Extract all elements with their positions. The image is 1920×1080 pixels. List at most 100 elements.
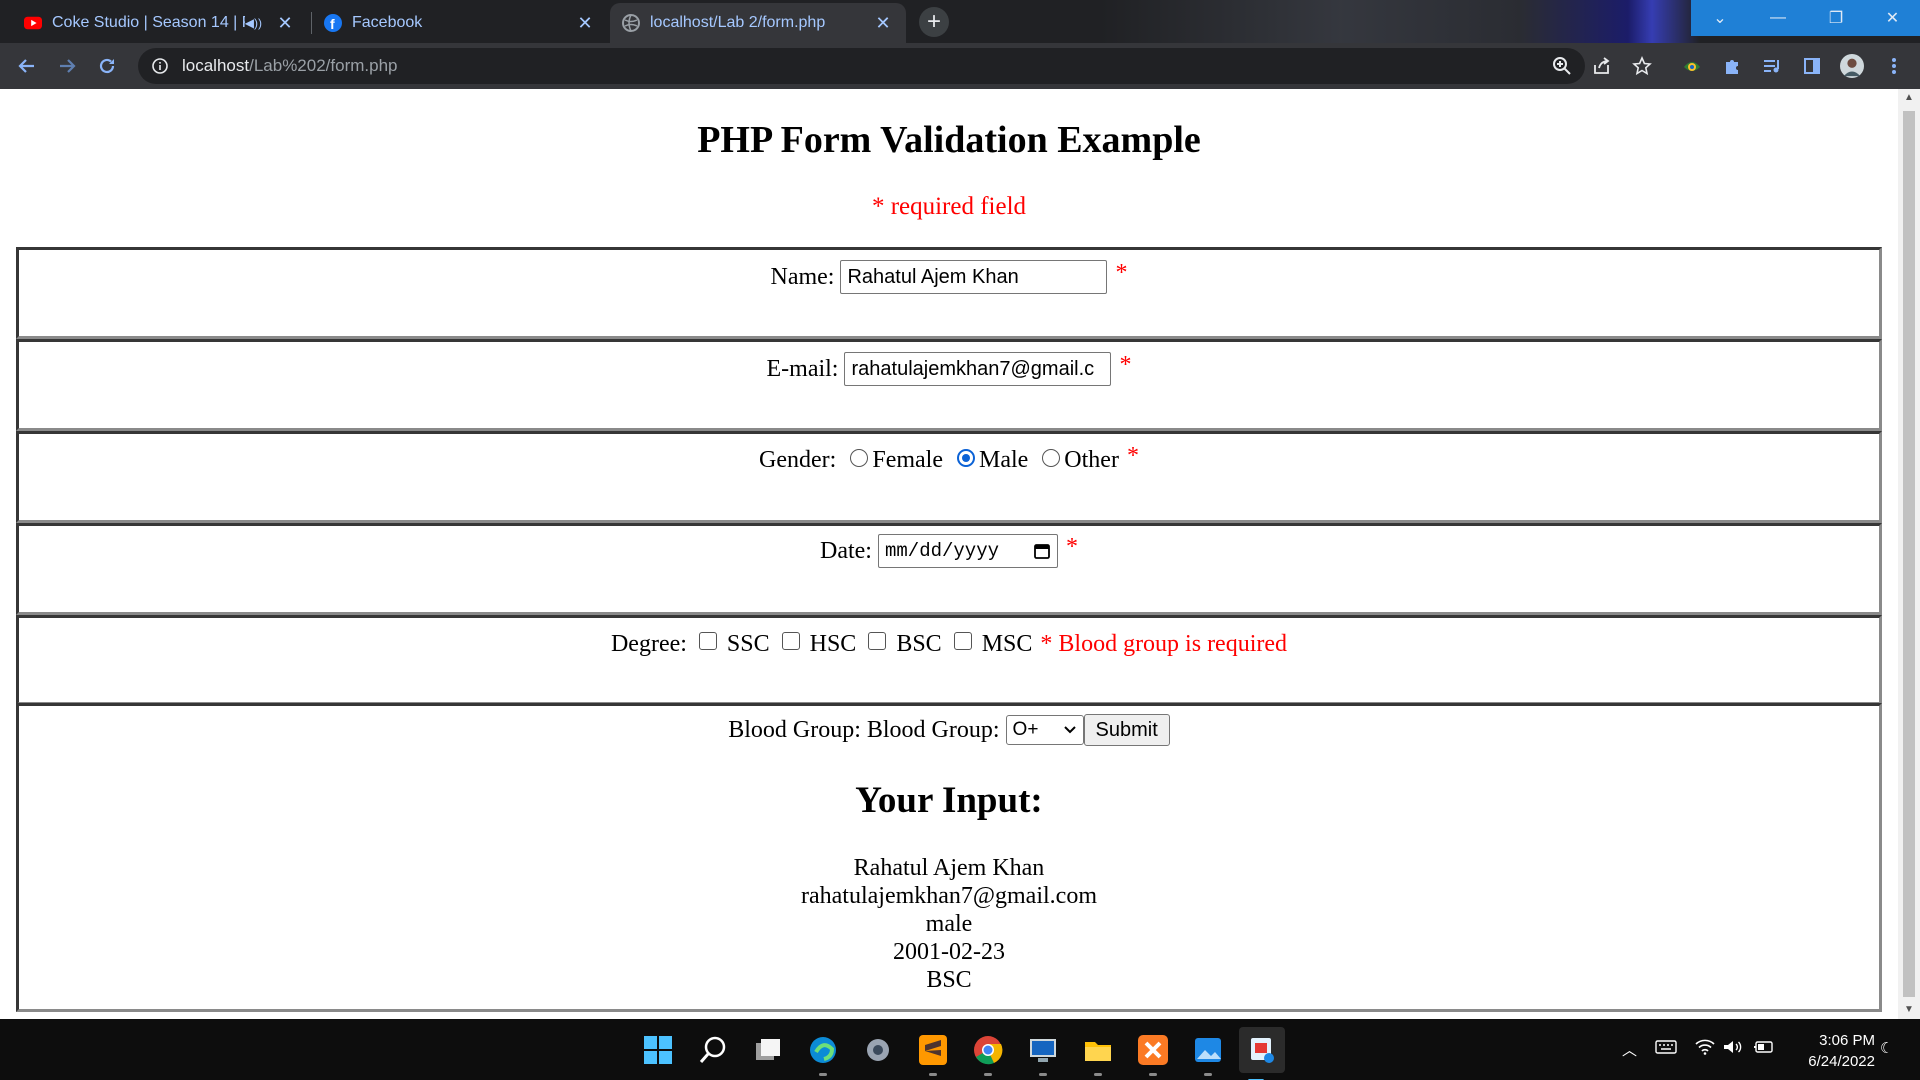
forward-button[interactable]	[52, 51, 82, 81]
scroll-up-icon[interactable]: ▲	[1898, 89, 1920, 107]
tab-title: localhost/Lab 2/form.php	[650, 14, 826, 31]
bookmark-star-icon[interactable]	[1630, 54, 1654, 78]
photos-icon	[1195, 1038, 1221, 1062]
zoom-icon[interactable]	[1550, 54, 1574, 78]
name-input[interactable]: Rahatul Ajem Khan	[840, 260, 1108, 294]
snipping-tool-icon	[1251, 1038, 1274, 1063]
taskbar-chrome[interactable]	[971, 1033, 1005, 1076]
required-star: *	[1119, 351, 1132, 378]
degree-bsc-label: BSC	[896, 630, 942, 657]
blood-group-error: * Blood group is required	[1040, 630, 1288, 657]
gender-other-label: Other	[1064, 446, 1119, 473]
gender-male-label: Male	[978, 446, 1029, 473]
page-content: PHP Form Validation Example * required f…	[0, 89, 1898, 1019]
taskbar-sublime[interactable]	[916, 1033, 950, 1076]
blood-group-select[interactable]: O+	[1005, 715, 1084, 745]
submit-button[interactable]: Submit	[1083, 714, 1170, 746]
gear-icon	[867, 1039, 889, 1061]
output-degree: BSC	[926, 967, 972, 993]
date-fieldset: Date: mm/dd/yyyy *	[16, 523, 1882, 615]
battery-icon[interactable]	[1752, 1039, 1774, 1059]
tab-search-button[interactable]: ⌄	[1691, 0, 1749, 36]
taskbar-remote-desktop[interactable]	[1026, 1033, 1060, 1076]
gender-male-radio[interactable]	[956, 449, 975, 467]
speaker-icon[interactable]: ◀))	[245, 16, 262, 30]
share-icon[interactable]	[1590, 54, 1614, 78]
required-star: *	[1115, 259, 1128, 286]
media-control-icon[interactable]	[1760, 54, 1784, 78]
extensions-puzzle-icon[interactable]	[1720, 54, 1744, 78]
browser-menu-icon[interactable]	[1882, 54, 1906, 78]
degree-msc-checkbox[interactable]	[953, 632, 972, 650]
running-indicator	[1039, 1073, 1047, 1076]
required-star: *	[1126, 442, 1139, 469]
tab-youtube[interactable]: Coke Studio | Season 14 | Pa ◀)) ✕	[12, 3, 308, 43]
tab-facebook[interactable]: f Facebook ✕	[312, 3, 608, 43]
chevron-up-icon[interactable]: ︿	[1622, 1039, 1637, 1060]
wifi-icon[interactable]	[1695, 1039, 1715, 1059]
restore-button[interactable]: ❐	[1807, 0, 1865, 36]
edge-icon	[810, 1037, 836, 1063]
email-input[interactable]: rahatulajemkhan7@gmail.c	[844, 352, 1112, 386]
gender-female-radio[interactable]	[850, 449, 869, 467]
focus-moon-icon[interactable]: ☾	[1880, 1039, 1893, 1057]
task-view-button[interactable]	[751, 1033, 785, 1067]
taskbar-snipping-tool[interactable]	[1239, 1027, 1285, 1080]
windows-taskbar: ︿ 3:06 PM 6/24/2022 ☾	[0, 1019, 1920, 1080]
tab-form[interactable]: localhost/Lab 2/form.php ✕	[610, 3, 906, 43]
profile-avatar[interactable]	[1840, 54, 1864, 78]
scroll-thumb[interactable]	[1903, 111, 1915, 997]
blood-group-selected: O+	[1012, 719, 1039, 740]
date-input[interactable]: mm/dd/yyyy	[877, 534, 1058, 568]
keyboard-icon[interactable]	[1655, 1039, 1677, 1059]
system-clock[interactable]: 3:06 PM 6/24/2022	[1785, 1030, 1875, 1072]
search-button[interactable]	[696, 1033, 730, 1067]
taskbar-photos[interactable]	[1191, 1033, 1225, 1076]
running-indicator	[1204, 1073, 1212, 1076]
taskbar-xampp[interactable]	[1136, 1033, 1170, 1076]
site-info-icon[interactable]	[150, 58, 170, 74]
address-bar[interactable]: localhost/Lab%202/form.php	[138, 48, 1585, 84]
output-gender: male	[925, 911, 973, 937]
svg-text:f: f	[330, 16, 335, 32]
close-tab-icon[interactable]: ✕	[872, 13, 894, 34]
clock-date: 6/24/2022	[1808, 1053, 1875, 1070]
blood-group-fieldset: Blood Group: Blood Group: O+ Submit Your…	[16, 703, 1882, 1012]
calendar-icon	[1034, 544, 1050, 559]
task-view-icon	[756, 1039, 780, 1060]
reload-button[interactable]	[92, 51, 122, 81]
gender-row: Gender: Female Male Other *	[19, 440, 1879, 480]
folder-icon	[1085, 1042, 1111, 1061]
close-window-button[interactable]: ✕	[1865, 0, 1920, 36]
output-date: 2001-02-23	[893, 939, 1005, 965]
start-button[interactable]	[641, 1033, 675, 1067]
close-tab-icon[interactable]: ✕	[274, 13, 296, 34]
degree-ssc-checkbox[interactable]	[698, 632, 717, 650]
taskbar-edge[interactable]	[806, 1033, 840, 1076]
degree-hsc-checkbox[interactable]	[781, 632, 800, 650]
scroll-down-icon[interactable]: ▼	[1898, 1001, 1920, 1019]
new-tab-button[interactable]: +	[919, 7, 949, 37]
gender-other-radio[interactable]	[1042, 449, 1061, 467]
email-label: E-mail:	[766, 355, 839, 382]
output-lines: Rahatul Ajem Khan rahatulajemkhan7@gmail…	[19, 854, 1879, 994]
tab-title: Facebook	[352, 14, 423, 31]
side-panel-icon[interactable]	[1800, 54, 1824, 78]
tab-title: Coke Studio | Season 14 | Pa	[52, 14, 245, 31]
degree-hsc-label: HSC	[809, 630, 857, 657]
gender-label: Gender:	[759, 446, 837, 473]
minimize-button[interactable]: —	[1749, 0, 1807, 36]
degree-ssc-label: SSC	[726, 630, 770, 657]
back-button[interactable]	[12, 51, 42, 81]
page-scrollbar[interactable]: ▲ ▼	[1898, 89, 1920, 1019]
taskbar-settings[interactable]	[861, 1033, 895, 1067]
blood-group-row: Blood Group: Blood Group: O+ Submit	[19, 710, 1879, 750]
taskbar-file-explorer[interactable]	[1081, 1033, 1115, 1076]
degree-bsc-checkbox[interactable]	[868, 632, 887, 650]
close-tab-icon[interactable]: ✕	[574, 13, 596, 34]
running-indicator	[1094, 1073, 1102, 1076]
degree-row: Degree: SSC HSC BSC MSC * Blood group is…	[19, 624, 1879, 664]
extension-icon[interactable]	[1680, 54, 1704, 78]
date-label: Date:	[820, 537, 872, 564]
volume-icon[interactable]	[1722, 1039, 1742, 1059]
